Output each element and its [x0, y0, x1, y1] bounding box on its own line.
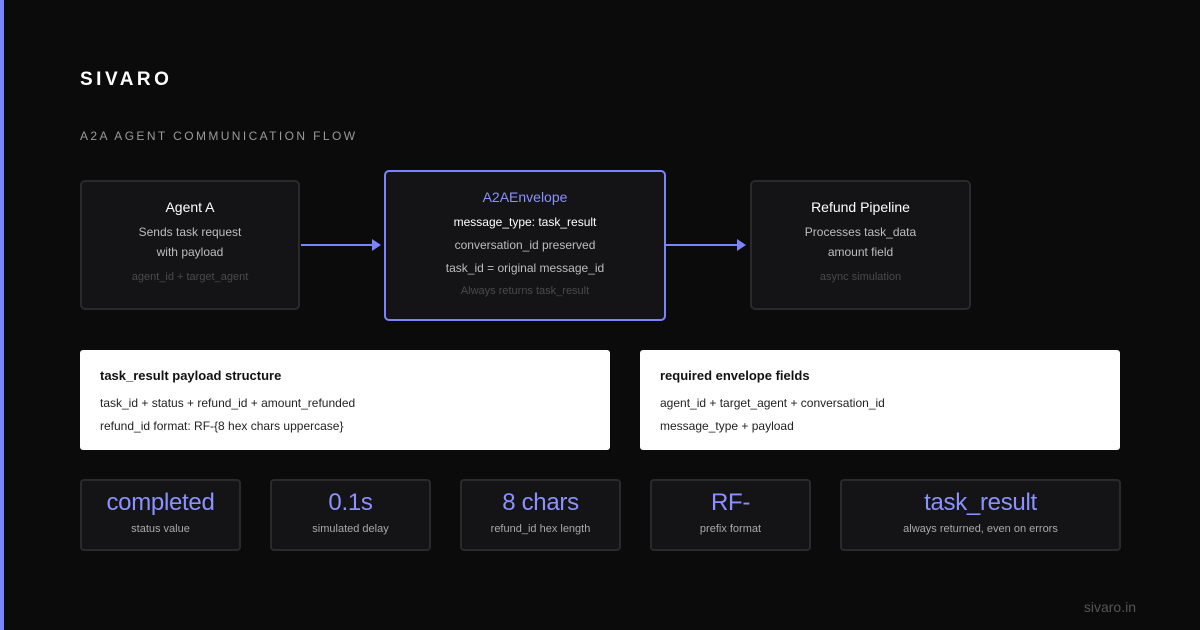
pipeline-title: Refund Pipeline — [811, 199, 910, 215]
envelope-note: Always returns task_result — [460, 285, 590, 297]
envelope-line-2: conversation_id preserved — [454, 238, 596, 252]
footer-domain: sivaro.in — [1083, 599, 1136, 615]
pipeline-line-2: amount field — [827, 245, 894, 259]
stat-status-label: status value — [131, 523, 190, 535]
stat-delay-label: simulated delay — [312, 523, 389, 535]
flow-arrow-1 — [301, 239, 381, 251]
envelope-line-1: message_type: task_result — [453, 215, 597, 229]
stat-status: completed status value — [80, 479, 241, 551]
payload-card-title: task_result payload structure — [100, 368, 282, 383]
stat-returned-label: always returned, even on errors — [903, 523, 1058, 535]
stat-hex-length-label: refund_id hex length — [490, 523, 591, 535]
envelope-title: A2AEnvelope — [482, 189, 568, 205]
page-subtitle: A2A AGENT COMMUNICATION FLOW — [80, 129, 358, 143]
envelope-fields-card: required envelope fields agent_id + targ… — [640, 350, 1120, 450]
flow-arrow-2 — [666, 239, 746, 251]
stat-prefix-label: prefix format — [699, 523, 762, 535]
fields-card-line-2: message_type + payload — [660, 419, 794, 433]
brand-logo: SIVARO — [80, 69, 173, 90]
stat-status-value: completed — [106, 489, 215, 516]
payload-card-line-2: refund_id format: RF-{8 hex chars upperc… — [100, 419, 344, 433]
agent-a-title: Agent A — [165, 199, 215, 215]
agent-a-line-2: with payload — [156, 245, 224, 259]
stat-hex-length: 8 chars refund_id hex length — [460, 479, 621, 551]
fields-card-title: required envelope fields — [660, 368, 810, 383]
pipeline-line-1: Processes task_data — [804, 225, 917, 239]
stat-prefix: RF- prefix format — [650, 479, 811, 551]
stat-returned-value: task_result — [924, 489, 1037, 516]
refund-pipeline-node: Refund Pipeline Processes task_data amou… — [750, 180, 971, 310]
agent-a-note: agent_id + target_agent — [131, 271, 249, 283]
stat-prefix-value: RF- — [710, 489, 751, 516]
stat-hex-length-value: 8 chars — [502, 489, 579, 516]
agent-a-node: Agent A Sends task request with payload … — [80, 180, 300, 310]
envelope-line-3: task_id = original message_id — [445, 261, 605, 275]
stat-delay: 0.1s simulated delay — [270, 479, 431, 551]
payload-card-line-1: task_id + status + refund_id + amount_re… — [100, 396, 356, 410]
fields-card-line-1: agent_id + target_agent + conversation_i… — [660, 396, 885, 410]
envelope-node: A2AEnvelope message_type: task_result co… — [384, 170, 666, 321]
agent-a-line-1: Sends task request — [138, 225, 242, 239]
stat-delay-value: 0.1s — [328, 489, 373, 516]
payload-structure-card: task_result payload structure task_id + … — [80, 350, 610, 450]
pipeline-note: async simulation — [819, 271, 902, 283]
left-accent-bar — [0, 0, 4, 630]
stat-returned: task_result always returned, even on err… — [840, 479, 1121, 551]
